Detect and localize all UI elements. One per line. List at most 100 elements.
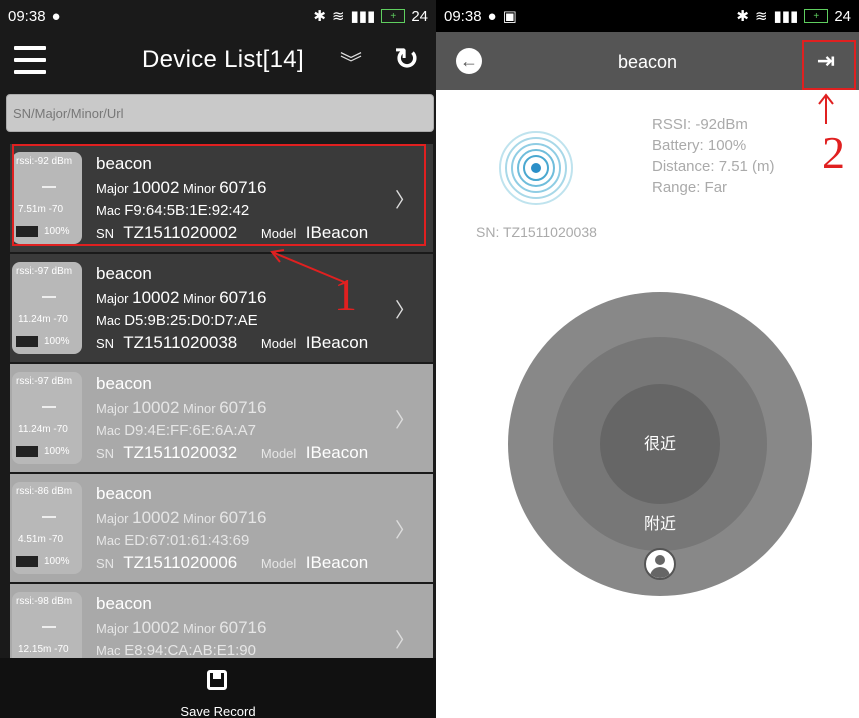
page-title: Device List[14]	[142, 46, 304, 73]
major-value: 10002	[132, 288, 180, 307]
device-name: beacon	[96, 594, 152, 613]
mac-value: E8:94:CA:AB:E1:90	[124, 642, 256, 658]
major-value: 10002	[132, 398, 180, 417]
sn-value: TZ1511020038	[123, 333, 238, 352]
sn-value: TZ1511020032	[123, 443, 238, 462]
major-value: 10002	[132, 618, 180, 637]
battery-icon: +	[804, 9, 829, 23]
wifi-icon: ≋	[754, 8, 768, 25]
device-row[interactable]: rssi:-97 dBm 11.24m -70 100% beacon Majo…	[10, 254, 433, 362]
signal-icon: ▮▮▮	[773, 8, 799, 25]
minor-value: 60716	[219, 618, 267, 637]
beacon-signal-icon	[499, 131, 573, 205]
model-label: Model	[260, 336, 297, 351]
sn-label: SN	[96, 556, 115, 571]
mac-value: ED:67:01:61:43:69	[124, 532, 250, 549]
battery-icon	[16, 336, 38, 347]
signal-icon: ▮▮▮	[350, 8, 376, 25]
chat-icon: ●	[487, 7, 497, 25]
near-label: 很近	[643, 436, 676, 453]
battery-value: 100%	[44, 556, 70, 567]
rssi-value: rssi:-97 dBm	[16, 266, 73, 277]
detail-header: ← beacon ⇥	[436, 32, 859, 90]
device-row[interactable]: rssi:-97 dBm 11.24m -70 100% beacon Majo…	[10, 364, 433, 472]
annotation-arrow-2	[818, 93, 834, 124]
bluetooth-icon: ✱	[736, 8, 749, 25]
battery-value: 100%	[44, 336, 70, 347]
signal-bar-icon	[42, 406, 56, 408]
distance-value: 12.15m -70	[18, 644, 69, 655]
chat-icon: ●	[51, 7, 61, 25]
distance-value: 4.51m -70	[18, 534, 64, 545]
beacon-stats: RSSI: -92dBm Battery: 100% Distance: 7.5…	[652, 114, 775, 198]
menu-icon[interactable]	[14, 46, 46, 74]
distance-value: 11.24m -70	[18, 314, 68, 325]
sn-label: SN	[96, 446, 115, 461]
mac-value: D5:9B:25:D0:D7:AE	[124, 312, 258, 329]
model-label: Model	[260, 446, 297, 461]
search-input[interactable]	[11, 104, 429, 122]
device-info: beacon Major 10002 Minor 60716 Mac D9:4E…	[96, 374, 368, 463]
major-value: 10002	[132, 508, 180, 527]
battery-stat: Battery: 100%	[652, 137, 747, 154]
rssi-value: rssi:-98 dBm	[16, 596, 73, 607]
battery-level: 24	[834, 7, 851, 25]
minor-value: 60716	[219, 398, 267, 417]
minor-value: 60716	[219, 288, 267, 307]
major-label: Major	[96, 621, 129, 636]
device-row[interactable]: rssi:-86 dBm 4.51m -70 100% beacon Major…	[10, 474, 433, 582]
signal-bar-icon	[42, 296, 56, 298]
save-record-label: Save Record	[180, 704, 256, 718]
distance-stat: Distance: 7.51 (m)	[652, 158, 775, 175]
wifi-icon: ≋	[331, 8, 345, 25]
device-info: beacon Major 10002 Minor 60716 Mac E8:94…	[96, 594, 266, 658]
nearby-label: 附近	[643, 516, 676, 533]
minor-label: Minor	[183, 621, 216, 636]
refresh-icon[interactable]: ↻	[394, 42, 419, 77]
device-info: beacon Major 10002 Minor 60716 Mac ED:67…	[96, 484, 368, 573]
chevron-down-icon[interactable]: ︾	[340, 46, 362, 78]
device-list-screen: 09:38 ● ✱ ≋ ▮▮▮ + 24 Device List[14] ︾ ↻…	[0, 0, 436, 718]
chevron-right-icon: 〉	[395, 300, 415, 322]
status-time: 09:38	[444, 7, 482, 25]
minor-label: Minor	[183, 511, 216, 526]
chevron-right-icon: 〉	[395, 520, 415, 542]
save-icon	[207, 670, 227, 690]
battery-value: 100%	[44, 446, 70, 457]
major-label: Major	[96, 401, 129, 416]
minor-label: Minor	[183, 401, 216, 416]
save-record-button[interactable]: Save Record	[0, 658, 436, 718]
chevron-right-icon: 〉	[395, 630, 415, 652]
battery-icon	[16, 556, 38, 567]
distance-value: 11.24m -70	[18, 424, 68, 435]
model-label: Model	[260, 556, 297, 571]
mac-value: D9:4E:FF:6E:6A:A7	[124, 422, 256, 439]
mac-label: Mac	[96, 423, 121, 438]
mac-label: Mac	[96, 313, 121, 328]
beacon-sn: SN: TZ1511020038	[476, 224, 597, 240]
model-value: IBeacon	[305, 553, 369, 572]
bluetooth-icon: ✱	[313, 8, 326, 25]
signal-badge: rssi:-97 dBm 11.24m -70 100%	[12, 262, 82, 354]
annotation-label-1: 1	[334, 269, 357, 320]
signal-badge: rssi:-97 dBm 11.24m -70 100%	[12, 372, 82, 464]
device-name: beacon	[96, 374, 152, 393]
sn-value: TZ1511020006	[123, 553, 238, 572]
device-name: beacon	[96, 484, 152, 503]
minor-value: 60716	[219, 508, 267, 527]
device-row[interactable]: rssi:-98 dBm 12.15m -70 beacon Major 100…	[10, 584, 433, 658]
battery-level: 24	[411, 7, 428, 25]
image-icon: ▣	[502, 8, 517, 25]
signal-badge: rssi:-86 dBm 4.51m -70 100%	[12, 482, 82, 574]
mac-label: Mac	[96, 643, 121, 658]
battery-icon: +	[381, 9, 406, 23]
status-time: 09:38	[8, 7, 46, 25]
minor-label: Minor	[183, 291, 216, 306]
annotation-box-device	[12, 144, 426, 246]
annotation-box-enter	[802, 40, 856, 90]
sn-label: SN	[96, 336, 115, 351]
battery-icon	[16, 446, 38, 457]
rssi-value: rssi:-97 dBm	[16, 376, 73, 387]
model-value: IBeacon	[305, 333, 369, 352]
status-bar: 09:38 ● ▣ ✱ ≋ ▮▮▮ + 24	[436, 0, 859, 32]
